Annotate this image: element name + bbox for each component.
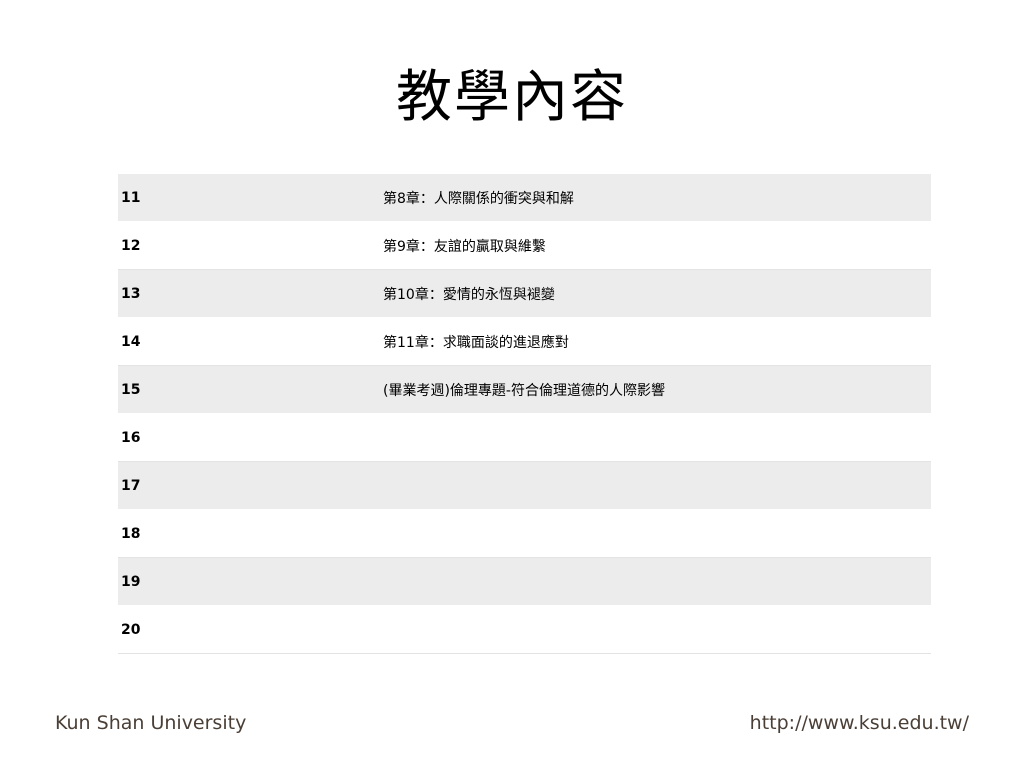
content-cell bbox=[380, 605, 931, 654]
table-row: 11 第8章：人際關係的衝突與和解 bbox=[118, 174, 931, 222]
schedule-table: 11 第8章：人際關係的衝突與和解 12 第9章：友誼的贏取與維繫 13 第10… bbox=[118, 174, 931, 654]
week-cell: 15 bbox=[118, 365, 380, 414]
content-cell bbox=[380, 413, 931, 462]
table-row: 12 第9章：友誼的贏取與維繫 bbox=[118, 221, 931, 270]
week-cell: 17 bbox=[118, 461, 380, 510]
slide-title: 教學內容 bbox=[396, 65, 628, 130]
table-row: 15 (畢業考週)倫理專題-符合倫理道德的人際影響 bbox=[118, 365, 931, 414]
week-cell: 19 bbox=[118, 557, 380, 606]
week-cell: 11 bbox=[118, 174, 380, 222]
week-cell: 12 bbox=[118, 221, 380, 270]
week-cell: 16 bbox=[118, 413, 380, 462]
week-cell: 18 bbox=[118, 509, 380, 558]
table-row: 16 bbox=[118, 413, 931, 462]
content-cell: (畢業考週)倫理專題-符合倫理道德的人際影響 bbox=[380, 365, 931, 414]
week-cell: 14 bbox=[118, 317, 380, 366]
table-row: 18 bbox=[118, 509, 931, 558]
content-cell bbox=[380, 461, 931, 510]
table-row: 13 第10章：愛情的永恆與褪變 bbox=[118, 269, 931, 318]
footer-url: http://www.ksu.edu.tw/ bbox=[749, 712, 969, 734]
content-cell: 第8章：人際關係的衝突與和解 bbox=[380, 174, 931, 222]
content-cell: 第11章：求職面談的進退應對 bbox=[380, 317, 931, 366]
table-row: 17 bbox=[118, 461, 931, 510]
table-row: 14 第11章：求職面談的進退應對 bbox=[118, 317, 931, 366]
week-cell: 20 bbox=[118, 605, 380, 654]
content-cell bbox=[380, 557, 931, 606]
content-cell: 第9章：友誼的贏取與維繫 bbox=[380, 221, 931, 270]
table-row: 19 bbox=[118, 557, 931, 606]
content-cell: 第10章：愛情的永恆與褪變 bbox=[380, 269, 931, 318]
table-row: 20 bbox=[118, 605, 931, 654]
footer-university-name: Kun Shan University bbox=[55, 712, 247, 734]
content-cell bbox=[380, 509, 931, 558]
week-cell: 13 bbox=[118, 269, 380, 318]
